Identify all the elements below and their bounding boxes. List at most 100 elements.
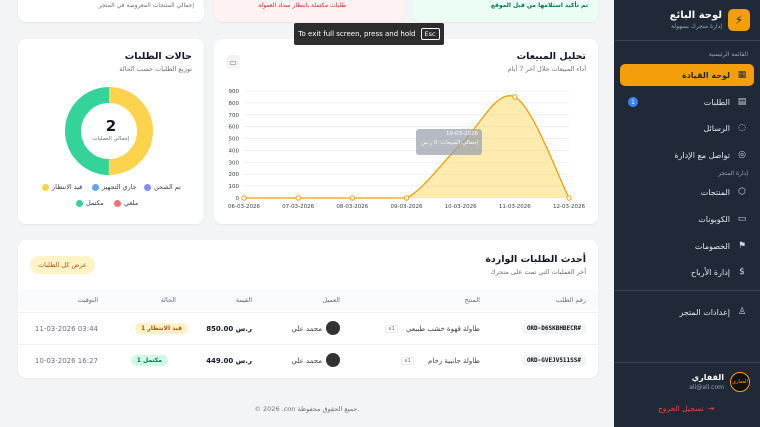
- sidebar: ⚡ لوحة البائع إدارة متجرك بسهولة القائمة…: [614, 0, 760, 427]
- x-tick-label: 08-03-2026: [336, 204, 368, 210]
- sales-point[interactable]: [349, 195, 356, 201]
- y-tick-label: 700: [229, 113, 240, 119]
- x-tick-label: 10-03-2026: [445, 204, 477, 210]
- recent-orders-card: أحدث الطلبات الواردة آخر العمليات التي ت…: [18, 240, 598, 378]
- order-time: 10-03-2026 16:27: [34, 357, 98, 365]
- legend-cancelled: ملغي: [114, 199, 138, 207]
- sidebar-item-label: المنتجات: [700, 187, 730, 197]
- logout-button[interactable]: تسجيل الخروج ⇥: [658, 404, 714, 413]
- stat-card-products-caption: إجمالي المنتجات المعروضة في المتجر: [98, 2, 194, 9]
- brand-subtitle: إدارة متجرك بسهولة: [671, 23, 722, 30]
- sales-analysis-card: تحليل المبيعات أداء المبيعات خلال آخر 7 …: [214, 39, 598, 224]
- order-time: 11-03-2026 03:44: [34, 325, 98, 333]
- menu-section-store: إدارة المتجر: [718, 170, 748, 177]
- x-tick-label: 06-03-2026: [228, 204, 260, 210]
- footer-copyright: © 2026 .con جميع الحقوق محفوظة.: [254, 405, 360, 413]
- orders-subtitle: آخر العمليات التي تمت على متجرك: [490, 268, 586, 276]
- sales-point[interactable]: [295, 195, 301, 201]
- product-qty: x1: [401, 357, 414, 365]
- brand: ⚡ لوحة البائع إدارة متجرك بسهولة: [624, 9, 750, 33]
- brand-title: لوحة البائع: [669, 10, 722, 21]
- customer-avatar: [326, 353, 340, 367]
- chat-icon: ◌: [738, 123, 746, 133]
- view-all-orders-button[interactable]: عرض كل الطلبات: [30, 256, 95, 274]
- sidebar-item-coupons[interactable]: الكوبونات ▭: [620, 208, 754, 230]
- y-tick-label: 600: [229, 125, 240, 131]
- stat-card-confirmed-caption: تم تأكيد استلامها من قبل الموقع: [490, 2, 588, 9]
- fullscreen-notice-text: To exit full screen, press and hold: [298, 30, 416, 38]
- sidebar-item-contact-admin[interactable]: تواصل مع الإدارة ◎: [620, 144, 754, 166]
- user-profile[interactable]: القفاري القفاري ali@ali.com: [624, 372, 750, 394]
- sidebar-item-label: الطلبات: [703, 97, 730, 107]
- sidebar-item-label: لوحة القيادة: [681, 70, 730, 80]
- x-tick-label: 12-03-2026: [553, 204, 585, 210]
- product-name: طاولة جانبية رخام: [428, 357, 480, 365]
- sidebar-item-label: الكوبونات: [698, 214, 730, 224]
- col-order-id: رقم الطلب: [555, 296, 586, 304]
- y-tick-label: 100: [229, 184, 240, 190]
- y-tick-label: 500: [229, 137, 240, 143]
- col-status: الحالة: [160, 296, 176, 304]
- product-name: طاولة قهوة خشب طبيعي: [406, 325, 480, 333]
- fullscreen-exit-notice: To exit full screen, press and hold Esc: [294, 23, 444, 45]
- stat-card-products: إجمالي المنتجات المعروضة في المتجر: [18, 0, 204, 22]
- logout-icon: ⇥: [707, 404, 714, 413]
- user-name: القفاري: [691, 373, 724, 382]
- sales-area-fill: [244, 95, 569, 198]
- y-tick-label: 300: [229, 160, 240, 166]
- sidebar-item-earnings[interactable]: إدارة الأرباح $: [620, 261, 754, 283]
- sales-point[interactable]: [566, 195, 572, 201]
- sidebar-item-products[interactable]: المنتجات ⬡: [620, 181, 754, 203]
- status-badge: 1 مكتمل: [130, 355, 168, 366]
- tooltip-date: 10-03-2026: [446, 131, 478, 137]
- esc-key: Esc: [420, 28, 440, 40]
- order-status-total-label: إجمالي العمليات: [92, 136, 130, 142]
- ticket-icon: ▭: [737, 214, 747, 224]
- clipboard-icon: ▤: [737, 97, 747, 107]
- sales-point[interactable]: [403, 195, 410, 201]
- sales-chart: 0 100 200 300 400 500 600 700 800 900 06-03-2026 0…: [228, 89, 585, 210]
- user-email: ali@ali.com: [689, 384, 724, 391]
- col-amount: القيمة: [235, 296, 252, 304]
- sidebar-item-store-settings[interactable]: إعدادات المتجر ♙: [620, 301, 754, 323]
- orders-count-badge: 1: [628, 97, 638, 107]
- dollar-icon: $: [739, 267, 745, 277]
- y-tick-label: 800: [229, 101, 240, 107]
- box-icon: ⬡: [738, 187, 746, 197]
- x-tick-label: 11-03-2026: [499, 204, 531, 210]
- sales-point[interactable]: [512, 94, 518, 100]
- x-tick-label: 09-03-2026: [391, 204, 423, 210]
- sidebar-item-discounts[interactable]: الخصومات ⚑: [620, 235, 754, 257]
- order-id[interactable]: ORD-GVEJV511SS#: [521, 355, 586, 366]
- status-badge: 1 قيد الانتظار: [135, 323, 188, 334]
- customer-name: محمد علي: [291, 357, 322, 365]
- headset-icon: ◎: [738, 150, 746, 160]
- sidebar-item-label: إدارة الأرباح: [690, 267, 730, 277]
- tooltip-value: إجمالي المبيعات: 0 ر.س: [421, 140, 478, 146]
- avatar: القفاري: [730, 372, 750, 392]
- sidebar-item-label: تواصل مع الإدارة: [674, 150, 730, 160]
- sales-point[interactable]: [241, 195, 247, 201]
- y-tick-label: 200: [229, 172, 240, 178]
- orders-title: أحدث الطلبات الواردة: [485, 254, 586, 265]
- orders-table-header: [18, 290, 598, 310]
- order-amount: 850.00 ر.س: [206, 325, 252, 333]
- sidebar-item-messages[interactable]: الرسائل ◌: [620, 117, 754, 139]
- sidebar-item-dashboard[interactable]: لوحة القيادة ▦: [620, 64, 754, 86]
- order-id[interactable]: ORD-D6SKBHBECR#: [521, 323, 586, 334]
- legend-processing: جاري التجهيز: [92, 183, 137, 191]
- sidebar-item-orders[interactable]: 1 الطلبات ▤: [620, 91, 754, 113]
- order-status-total: 2: [105, 117, 117, 135]
- stat-card-commission-caption: طلبات مكتملة بانتظار سداد العمولة: [258, 2, 346, 9]
- menu-section-main: القائمة الرئيسية: [708, 51, 748, 58]
- stat-card-commission: طلبات مكتملة بانتظار سداد العمولة: [214, 0, 404, 22]
- product-qty: x1: [385, 325, 398, 333]
- user-icon: ♙: [737, 307, 747, 317]
- customer-avatar: [326, 321, 340, 335]
- y-tick-label: 900: [229, 89, 240, 95]
- chart-tooltip: 10-03-2026 إجمالي المبيعات: 0 ر.س: [416, 129, 482, 155]
- col-customer: العميل: [322, 296, 340, 304]
- stat-card-confirmed: تم تأكيد استلامها من قبل الموقع: [412, 0, 598, 22]
- grid-icon: ▦: [737, 70, 747, 80]
- y-tick-label: 0: [236, 196, 240, 202]
